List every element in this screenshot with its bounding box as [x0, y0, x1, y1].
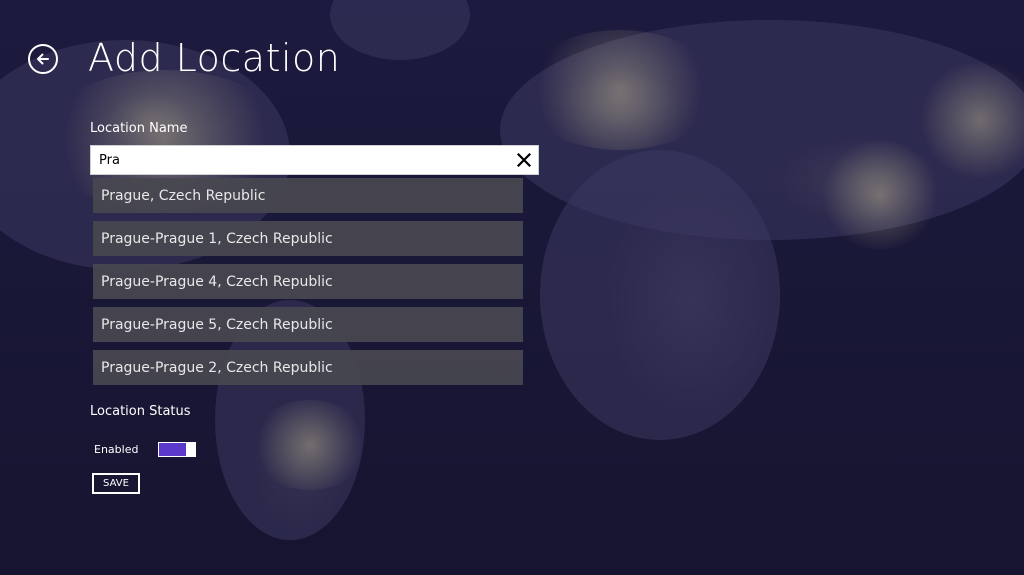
map-lights-europe [520, 30, 720, 150]
back-arrow-icon [37, 53, 49, 65]
suggestion-item[interactable]: Prague-Prague 5, Czech Republic [93, 307, 523, 342]
page-title: Add Location [88, 36, 341, 80]
map-africa [540, 150, 780, 440]
suggestion-item[interactable]: Prague-Prague 1, Czech Republic [93, 221, 523, 256]
location-search-input[interactable] [99, 146, 509, 174]
app-window: Add Location Location Name Prague, Czech… [0, 0, 1024, 575]
map-lights-india [820, 140, 940, 250]
close-icon [517, 153, 531, 167]
enabled-label: Enabled [94, 443, 139, 456]
location-status-label: Location Status [90, 404, 191, 419]
suggestion-list: Prague, Czech Republic Prague-Prague 1, … [93, 178, 523, 393]
map-greenland [330, 0, 470, 60]
back-button[interactable] [28, 44, 58, 74]
clear-search-button[interactable] [514, 150, 534, 170]
save-button[interactable]: SAVE [92, 473, 140, 494]
map-lights-brazil [250, 400, 370, 490]
suggestion-item[interactable]: Prague, Czech Republic [93, 178, 523, 213]
enabled-toggle[interactable] [158, 442, 196, 457]
location-search-box[interactable] [90, 145, 539, 175]
suggestion-item[interactable]: Prague-Prague 2, Czech Republic [93, 350, 523, 385]
location-name-label: Location Name [90, 121, 188, 136]
suggestion-item[interactable]: Prague-Prague 4, Czech Republic [93, 264, 523, 299]
toggle-thumb [186, 442, 195, 457]
